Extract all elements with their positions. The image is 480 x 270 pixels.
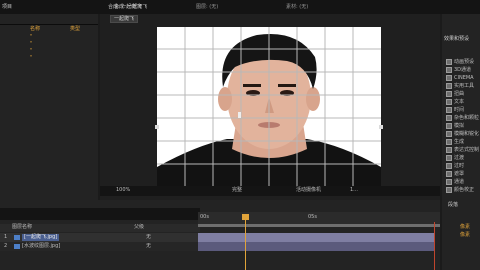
effect-item[interactable]: 遮罩 — [446, 170, 480, 178]
top-bar — [0, 0, 480, 14]
effect-item[interactable]: 时间 — [446, 106, 480, 114]
comp-subtab[interactable]: 一起爬飞 — [110, 15, 139, 23]
effect-item[interactable]: 通道 — [446, 178, 480, 186]
col-parent[interactable]: 父级 — [134, 224, 144, 231]
project-column-type[interactable]: 类型 — [70, 26, 80, 33]
paragraph-panel: 段落 像素 像素 — [442, 200, 480, 270]
project-header-bar — [0, 24, 98, 25]
paragraph-row-1[interactable]: 像素 — [460, 224, 470, 231]
view-select[interactable]: 活动摄像机 — [296, 187, 321, 194]
effect-item[interactable]: 表达式控制 — [446, 146, 480, 154]
ruler-mid: 05s — [308, 214, 317, 220]
effects-title: 效果和预设 — [444, 36, 470, 42]
effect-item[interactable]: 模拟 — [446, 122, 480, 130]
layer-2-index: 2 — [4, 243, 8, 249]
layer-tab-label[interactable]: 图层: (无) — [196, 4, 218, 11]
layer-1-duration-bar[interactable] — [198, 233, 434, 242]
effects-list: 动画预设 3D通道 CINEMA 实用工具 扭曲 文本 时间 杂色和颗粒 模拟 … — [446, 58, 480, 194]
layer-1-parent[interactable]: 无 — [146, 234, 151, 241]
effect-item[interactable]: CINEMA — [446, 74, 480, 82]
handle-left[interactable] — [155, 125, 159, 129]
timeline-toolbar — [0, 208, 200, 220]
effect-item[interactable]: 模糊和锐化 — [446, 130, 480, 138]
project-panel: 名称 类型 " " " " — [0, 14, 98, 200]
effect-item[interactable]: 实用工具 — [446, 82, 480, 90]
views-select[interactable]: 1... — [350, 187, 358, 194]
cursor-icon — [238, 112, 241, 118]
layer-1-name: [一起爬飞.jpg] — [22, 234, 60, 241]
footage-tab-label[interactable]: 素材: (无) — [286, 4, 308, 11]
project-column-name[interactable]: 名称 — [30, 26, 40, 33]
effect-item[interactable]: 扭曲 — [446, 90, 480, 98]
grid-overlay — [157, 27, 381, 186]
effect-item[interactable]: 杂色和颗粒 — [446, 114, 480, 122]
canvas-frame[interactable] — [157, 27, 381, 186]
col-layer-name[interactable]: 图层名称 — [12, 224, 32, 231]
zoom-select[interactable]: 100% — [116, 187, 130, 194]
effect-item[interactable]: 过时 — [446, 162, 480, 170]
playhead[interactable] — [245, 214, 246, 270]
comp-tab-label[interactable]: 合成: 一起爬飞 — [114, 4, 147, 11]
effect-item[interactable]: 3D通道 — [446, 66, 480, 74]
effect-item[interactable]: 生成 — [446, 138, 480, 146]
project-item-3[interactable]: " — [30, 48, 32, 55]
project-item-2[interactable]: " — [30, 41, 32, 48]
layer-2-parent[interactable]: 无 — [146, 243, 151, 250]
work-area-bar[interactable] — [198, 224, 440, 227]
project-tab[interactable]: 项目 — [2, 4, 12, 11]
paragraph-row-2[interactable]: 像素 — [460, 232, 470, 239]
playhead-handle[interactable] — [242, 214, 249, 220]
effects-panel: 效果和预设 动画预设 3D通道 CINEMA 实用工具 扭曲 文本 时间 杂色和… — [442, 14, 480, 200]
layer-1-thumb-icon — [14, 235, 20, 240]
effect-item[interactable]: 动画预设 — [446, 58, 480, 66]
layer-2-duration-bar[interactable] — [198, 242, 434, 251]
project-item-4[interactable]: " — [30, 55, 32, 62]
paragraph-title: 段落 — [448, 202, 459, 208]
timeline-panel: 图层名称 父级 1 [一起爬飞.jpg] 无 2 [水波纹图层.jpg] 无 0… — [0, 200, 440, 270]
end-marker[interactable] — [434, 222, 435, 270]
resolution-select[interactable]: 完整 — [232, 187, 242, 194]
effect-item[interactable]: 文本 — [446, 98, 480, 106]
time-ruler[interactable]: 00s 05s — [198, 212, 440, 224]
layer-2-thumb-icon — [14, 244, 20, 249]
effect-item[interactable]: 过渡 — [446, 154, 480, 162]
effect-item[interactable]: 颜色校正 — [446, 186, 480, 194]
handle-right[interactable] — [379, 125, 383, 129]
layer-header: 图层名称 父级 — [0, 224, 200, 232]
project-item-1[interactable]: " — [30, 34, 32, 41]
viewer-bar — [100, 186, 440, 196]
layer-2-name: [水波纹图层.jpg] — [22, 243, 61, 249]
layer-1-index: 1 — [4, 234, 8, 240]
layer-row-1[interactable]: 1 [一起爬飞.jpg] 无 — [0, 233, 200, 242]
layer-row-2[interactable]: 2 [水波纹图层.jpg] 无 — [0, 242, 200, 251]
ruler-start: 00s — [200, 214, 209, 220]
